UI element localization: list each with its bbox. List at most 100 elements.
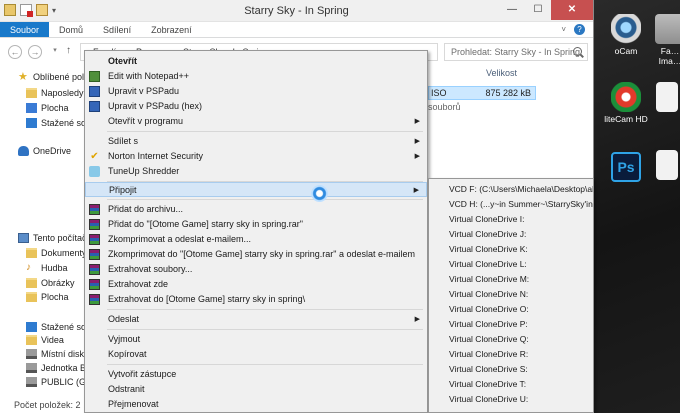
up-arrow-icon[interactable]: ↑ bbox=[66, 45, 71, 56]
nav-item-pictures[interactable]: Obrázky bbox=[26, 276, 75, 290]
menu-item-cut[interactable]: Vyjmout bbox=[85, 332, 427, 347]
submenu-item-vcd-h[interactable]: VCD H: (...y~in Summer~\StarrySky'in Sum… bbox=[429, 197, 593, 212]
desktop-icon-file[interactable] bbox=[652, 82, 680, 114]
menu-item-send-to[interactable]: Odeslat ▶ bbox=[85, 312, 427, 327]
back-icon[interactable]: ← bbox=[8, 45, 22, 59]
nav-item-this-pc[interactable]: Tento počítač bbox=[18, 231, 84, 245]
menu-item-add-to-rar[interactable]: Přidat do "[Otome Game] starry sky in sp… bbox=[85, 217, 427, 232]
maximize-button[interactable]: ☐ bbox=[525, 0, 551, 20]
nav-item-recent[interactable]: Naposledy navštívené bbox=[26, 86, 84, 100]
submenu-item-vcd-f[interactable]: VCD F: (C:\Users\Michaela\Desktop\alice.… bbox=[429, 182, 593, 197]
navigation-pane: ★Oblíbené položky Naposledy navštívené P… bbox=[0, 64, 84, 394]
chevron-down-icon[interactable]: ˅ bbox=[561, 25, 566, 34]
menu-item-create-shortcut[interactable]: Vytvořit zástupce bbox=[85, 367, 427, 382]
search-input[interactable]: Prohledat: Starry Sky - In Spring bbox=[444, 43, 588, 61]
desktop-icon-app[interactable]: Fa… Ima… bbox=[650, 14, 680, 66]
submenu-item-clonedrive-m[interactable]: Virtual CloneDrive M: bbox=[429, 272, 593, 287]
submenu-item-clonedrive-n[interactable]: Virtual CloneDrive N: bbox=[429, 287, 593, 302]
desktop-icon bbox=[26, 103, 37, 113]
tab-view[interactable]: Zobrazení bbox=[141, 22, 202, 37]
window-controls: — ☐ ✕ bbox=[499, 0, 593, 20]
nav-item-documents[interactable]: Dokumenty bbox=[26, 246, 84, 260]
nav-item-music[interactable]: ♪ Hudba bbox=[26, 261, 68, 275]
menu-item-pspad[interactable]: Upravit v PSPadu bbox=[85, 84, 427, 99]
notepad-icon bbox=[89, 71, 100, 82]
busy-cursor-icon bbox=[311, 185, 328, 202]
menu-item-delete[interactable]: Odstranit bbox=[85, 382, 427, 397]
nav-item-videos[interactable]: Videa bbox=[26, 333, 64, 347]
recent-dropdown-icon[interactable]: ▾ bbox=[48, 45, 62, 59]
menu-item-open-with[interactable]: Otevřít v programu ▶ bbox=[85, 114, 427, 129]
menu-separator bbox=[107, 309, 423, 310]
menu-item-open[interactable]: Otevřít bbox=[85, 54, 427, 69]
ribbon-tabs: Soubor Domů Sdílení Zobrazení ˅ ? bbox=[0, 22, 593, 38]
nav-item-public[interactable]: PUBLIC (G:) bbox=[26, 375, 84, 389]
tab-share[interactable]: Sdílení bbox=[93, 22, 141, 37]
menu-separator bbox=[107, 364, 423, 365]
menu-item-share-with[interactable]: Sdílet s ▶ bbox=[85, 134, 427, 149]
submenu-item-clonedrive-j[interactable]: Virtual CloneDrive J: bbox=[429, 227, 593, 242]
menu-item-rename[interactable]: Přejmenovat bbox=[85, 397, 427, 412]
nav-item-desktop[interactable]: Plocha bbox=[26, 101, 69, 115]
nav-item-onedrive[interactable]: OneDrive bbox=[18, 144, 71, 158]
submenu-item-clonedrive-l[interactable]: Virtual CloneDrive L: bbox=[429, 257, 593, 272]
nav-item-downloads[interactable]: Stažené soubory bbox=[26, 116, 84, 130]
download-icon bbox=[26, 322, 37, 332]
submenu-item-clonedrive-u[interactable]: Virtual CloneDrive U: bbox=[429, 392, 593, 407]
submenu-item-clonedrive-t[interactable]: Virtual CloneDrive T: bbox=[429, 377, 593, 392]
tab-file[interactable]: Soubor bbox=[0, 22, 50, 37]
menu-item-compress-email[interactable]: Zkomprimovat a odeslat e-mailem... bbox=[85, 232, 427, 247]
minimize-button[interactable]: — bbox=[499, 0, 525, 20]
close-button[interactable]: ✕ bbox=[551, 0, 593, 20]
nav-item-favorites[interactable]: ★Oblíbené položky bbox=[18, 70, 84, 84]
submenu-item-clonedrive-i[interactable]: Virtual CloneDrive I: bbox=[429, 212, 593, 227]
desktop-icon-litecam[interactable]: liteCam HD bbox=[596, 82, 656, 124]
nav-item-pc-desktop[interactable]: Plocha bbox=[26, 290, 69, 304]
menu-item-pspad-hex[interactable]: Upravit v PSPadu (hex) bbox=[85, 99, 427, 114]
app-icon bbox=[655, 14, 680, 44]
submenu-item-clonedrive-s[interactable]: Virtual CloneDrive S: bbox=[429, 362, 593, 377]
menu-item-copy[interactable]: Kopírovat bbox=[85, 347, 427, 362]
submenu-item-clonedrive-p[interactable]: Virtual CloneDrive P: bbox=[429, 317, 593, 332]
menu-item-notepadpp[interactable]: Edit with Notepad++ bbox=[85, 69, 427, 84]
desktop-icon-photoshop[interactable]: Ps bbox=[596, 152, 656, 184]
submenu-item-clonedrive-r[interactable]: Virtual CloneDrive R: bbox=[429, 347, 593, 362]
submenu-item-clonedrive-o[interactable]: Virtual CloneDrive O: bbox=[429, 302, 593, 317]
forward-icon[interactable]: → bbox=[28, 45, 42, 59]
chevron-right-icon: ▶ bbox=[414, 138, 420, 145]
menu-item-extract-files[interactable]: Extrahovat soubory... bbox=[85, 262, 427, 277]
item-count: Počet položek: 2 bbox=[14, 400, 81, 410]
folder-icon bbox=[26, 248, 37, 258]
pspad-icon bbox=[89, 86, 100, 97]
submenu-item-clonedrive-q[interactable]: Virtual CloneDrive Q: bbox=[429, 332, 593, 347]
help-icon[interactable]: ? bbox=[574, 24, 585, 35]
tab-home[interactable]: Domů bbox=[49, 22, 93, 37]
desktop-icon-file-2[interactable] bbox=[652, 150, 680, 182]
folder-icon bbox=[26, 278, 37, 288]
menu-item-compress-rar-email[interactable]: Zkomprimovat do "[Otome Game] starry sky… bbox=[85, 247, 427, 262]
file-row[interactable]: ISO 875 282 kB bbox=[428, 86, 536, 100]
computer-icon bbox=[18, 233, 29, 243]
menu-item-norton[interactable]: ✔ Norton Internet Security ▶ bbox=[85, 149, 427, 164]
file-icon bbox=[656, 150, 678, 180]
nav-item-local-disk[interactable]: Místní disk (C:) bbox=[26, 347, 84, 361]
menu-item-tuneup-shredder[interactable]: TuneUp Shredder bbox=[85, 164, 427, 179]
folder-icon bbox=[26, 335, 37, 345]
file-size: 875 282 kB bbox=[485, 88, 531, 98]
menu-item-mount[interactable]: Připojit ▶ bbox=[85, 182, 427, 197]
submenu-item-clonedrive-k[interactable]: Virtual CloneDrive K: bbox=[429, 242, 593, 257]
menu-item-extract-here[interactable]: Extrahovat zde bbox=[85, 277, 427, 292]
menu-item-extract-to[interactable]: Extrahovat do [Otome Game] starry sky in… bbox=[85, 292, 427, 307]
nav-item-pc-downloads[interactable]: Stažené soubory bbox=[26, 320, 84, 334]
mount-submenu: VCD F: (C:\Users\Michaela\Desktop\alice.… bbox=[428, 178, 594, 413]
chevron-right-icon: ▶ bbox=[414, 153, 420, 160]
chevron-right-icon: ▶ bbox=[414, 118, 420, 125]
menu-separator bbox=[107, 131, 423, 132]
drive-icon bbox=[26, 349, 37, 359]
menu-item-add-to-archive[interactable]: Přidat do archivu... bbox=[85, 202, 427, 217]
desktop-icon-ocam[interactable]: oCam bbox=[596, 14, 656, 56]
drive-icon bbox=[26, 363, 37, 373]
nav-item-bd-rom[interactable]: Jednotka BD-ROM bbox=[26, 361, 84, 375]
search-icon bbox=[573, 47, 582, 56]
winrar-icon bbox=[89, 219, 100, 230]
